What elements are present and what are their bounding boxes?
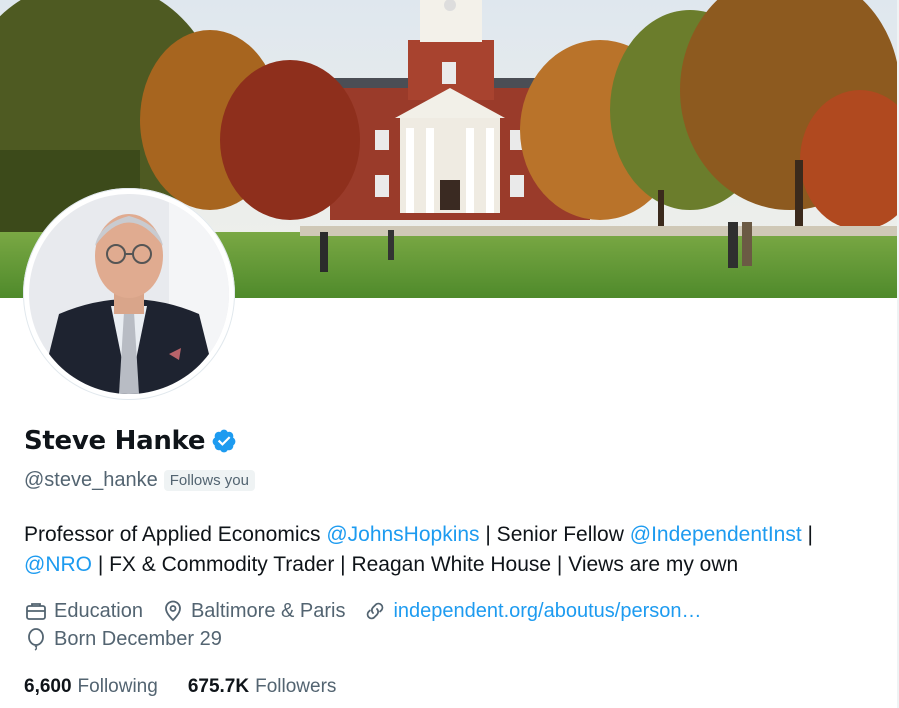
following-label: Following [77, 676, 158, 697]
meta-category-label: Education [54, 599, 143, 622]
bio-mention-independentinst[interactable]: @IndependentInst [630, 523, 802, 546]
avatar[interactable] [23, 188, 235, 400]
following-count: 6,600 [24, 676, 72, 697]
profile-meta: Education Baltimore & Paris independent.… [24, 597, 884, 653]
following-link[interactable]: 6,600 Following [24, 676, 158, 698]
profile-stats: 6,600 Following 675.7K Followers [24, 676, 366, 698]
briefcase-icon [26, 603, 46, 620]
followers-label: Followers [255, 676, 337, 697]
location-pin-icon [165, 600, 181, 622]
followers-count: 675.7K [187, 676, 250, 697]
website-link[interactable]: independent.org/aboutus/person… [393, 600, 701, 623]
meta-website[interactable]: independent.org/aboutus/person… [363, 599, 701, 623]
profile-name: Steve Hanke [24, 426, 206, 456]
balloon-icon [28, 628, 44, 651]
profile-name-row: Steve Hanke [24, 426, 237, 456]
meta-location: Baltimore & Paris [161, 599, 346, 623]
bio-text: | Senior Fellow [479, 523, 630, 546]
follows-you-badge: Follows you [163, 470, 255, 491]
bio-mention-johnshopkins[interactable]: @JohnsHopkins [326, 523, 479, 546]
bio-text: | [801, 523, 813, 546]
link-icon [367, 602, 384, 620]
profile-handle: @steve_hanke [24, 469, 158, 491]
verified-badge-icon[interactable] [211, 428, 237, 454]
meta-born-label: Born December 29 [54, 627, 222, 650]
bio-mention-nro[interactable]: @NRO [24, 553, 92, 576]
meta-born: Born December 29 [24, 627, 222, 651]
profile-bio: Professor of Applied Economics @JohnsHop… [24, 520, 884, 580]
handle-row: @steve_hanke Follows you [24, 469, 255, 492]
bio-text: Professor of Applied Economics [24, 523, 327, 546]
bio-text: | FX & Commodity Trader | Reagan White H… [91, 553, 739, 576]
meta-location-label: Baltimore & Paris [190, 599, 346, 622]
meta-category: Education [24, 599, 143, 623]
followers-link[interactable]: 675.7K Followers [188, 676, 337, 698]
